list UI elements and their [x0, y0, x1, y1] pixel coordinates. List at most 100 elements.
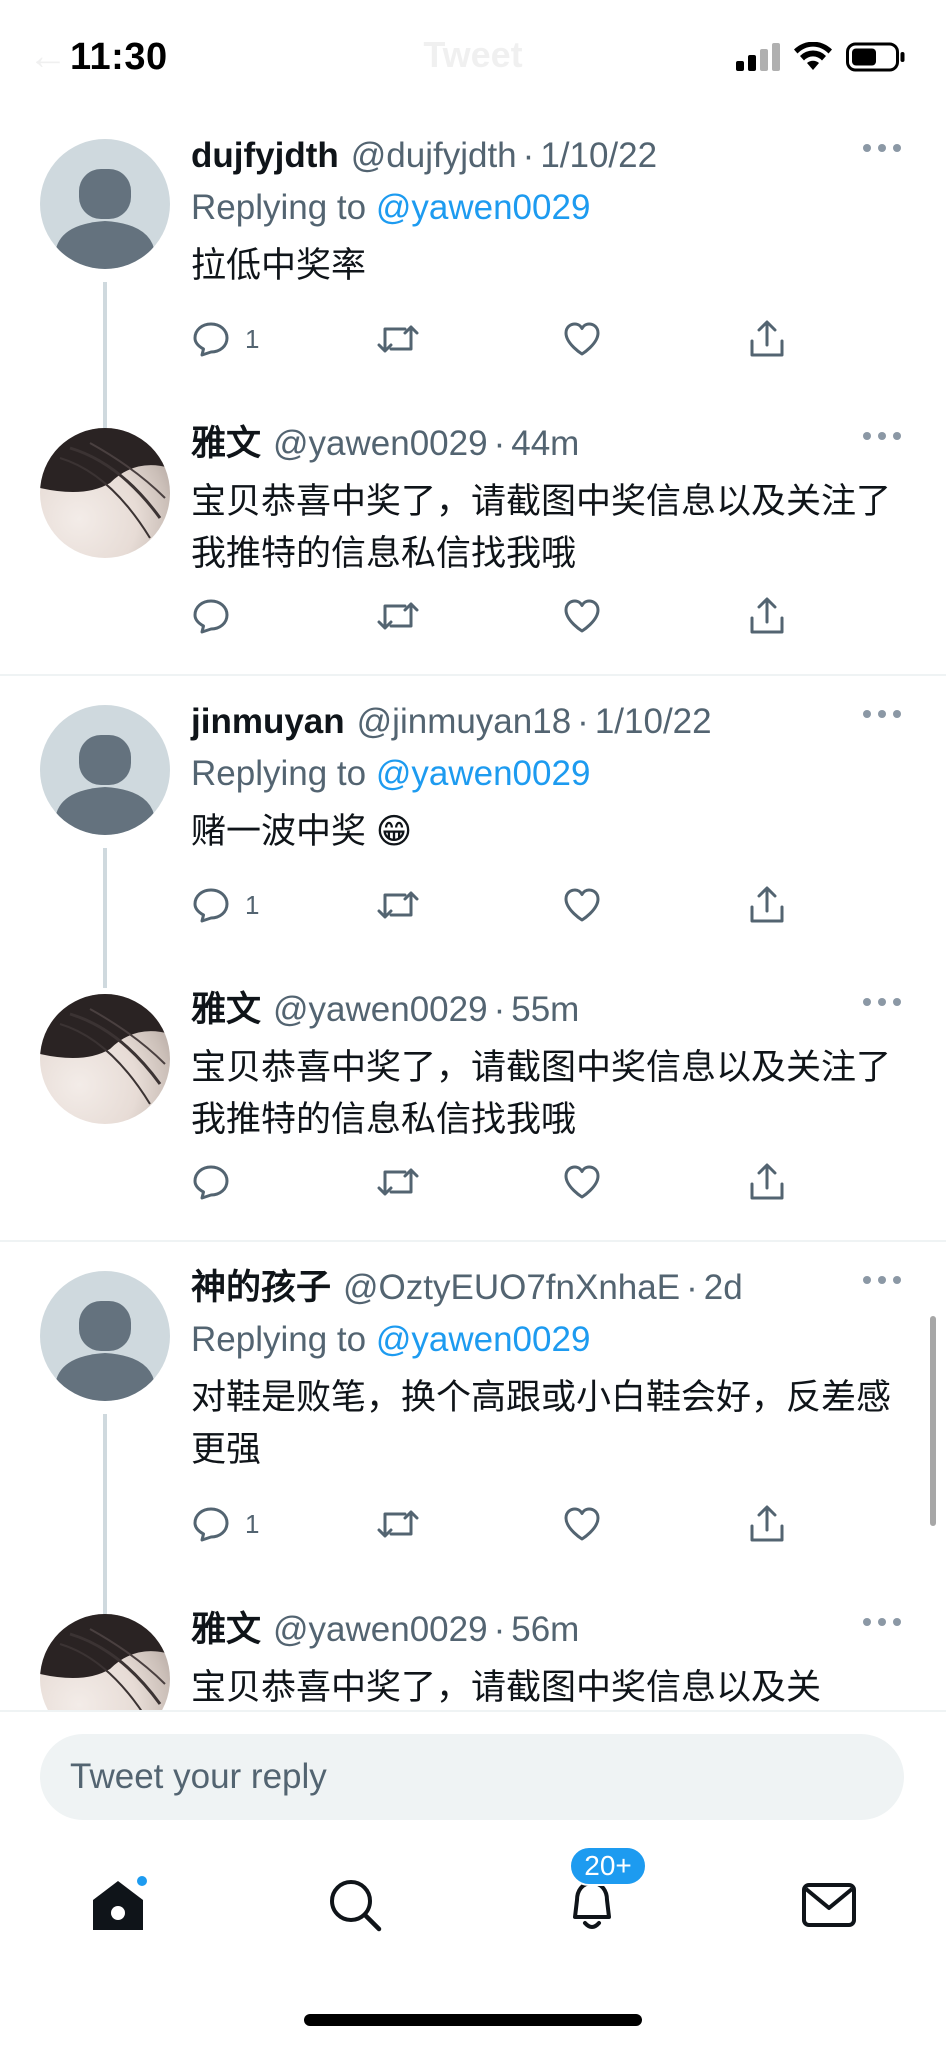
- retweet-button[interactable]: [375, 1504, 421, 1544]
- more-options-icon[interactable]: [862, 142, 902, 154]
- replying-to-label: Replying to: [191, 1320, 367, 1359]
- user-handle[interactable]: @dujfyjdth: [351, 132, 517, 180]
- heart-icon: [564, 1507, 600, 1541]
- share-button[interactable]: [747, 596, 787, 636]
- reply-icon: [193, 322, 229, 357]
- tab-notifications[interactable]: 20+: [557, 1846, 647, 1940]
- status-bar: ← Tweet 11:30: [0, 0, 946, 112]
- more-options-icon[interactable]: [862, 996, 902, 1008]
- more-options-icon[interactable]: [862, 430, 902, 442]
- tweet-header: 神的孩子 @OztyEUO7fnXnhaE · 2d: [191, 1264, 906, 1312]
- retweet-button[interactable]: [375, 319, 421, 359]
- replying-to-label: Replying to: [191, 188, 367, 227]
- user-handle[interactable]: @jinmuyan18: [357, 698, 572, 746]
- tweet-timestamp[interactable]: 44m: [511, 420, 579, 468]
- separator-dot: ·: [493, 990, 506, 1029]
- display-name[interactable]: 雅文: [191, 1606, 261, 1654]
- like-button[interactable]: [562, 885, 602, 925]
- more-options-icon[interactable]: [862, 1616, 902, 1628]
- share-button[interactable]: [747, 1504, 787, 1544]
- user-handle[interactable]: @yawen0029: [273, 1606, 488, 1654]
- scrollbar[interactable]: [930, 1316, 936, 1526]
- reply-icon: [193, 888, 229, 923]
- tweet-content: 雅文 @yawen0029 · 55m 宝贝恭喜中奖了，请截图中奖信息以及关注了…: [191, 986, 906, 1146]
- reply-icon: [193, 1507, 229, 1542]
- reply-button[interactable]: [191, 596, 231, 636]
- replying-to-mention[interactable]: @yawen0029: [376, 1320, 591, 1359]
- replying-to-label: Replying to: [191, 754, 367, 793]
- avatar[interactable]: [40, 705, 170, 835]
- like-button[interactable]: [562, 1162, 602, 1202]
- tweet-timestamp[interactable]: 1/10/22: [595, 698, 712, 746]
- default-avatar-icon: [55, 735, 155, 835]
- avatar[interactable]: [40, 428, 170, 558]
- home-unread-dot: [135, 1874, 149, 1888]
- reply-count: 1: [245, 1508, 260, 1539]
- user-handle[interactable]: @yawen0029: [273, 986, 488, 1034]
- replying-to: Replying to @yawen0029: [191, 184, 906, 232]
- reply-button[interactable]: 1: [191, 885, 259, 925]
- share-button[interactable]: [747, 319, 787, 359]
- heart-icon: [564, 322, 600, 356]
- tweet-actions: 1: [191, 885, 811, 935]
- heart-icon: [564, 599, 600, 633]
- tweet-header: dujfyjdth @dujfyjdth · 1/10/22: [191, 132, 906, 180]
- retweet-icon: [377, 602, 419, 630]
- tweet-text: 宝贝恭喜中奖了，请截图中奖信息以及关: [191, 1668, 822, 1707]
- reply-button[interactable]: 1: [191, 319, 259, 359]
- tweet-header: 雅文 @yawen0029 · 55m: [191, 986, 906, 1034]
- tweet-reply-input[interactable]: [40, 1734, 904, 1820]
- avatar[interactable]: [40, 139, 170, 269]
- wifi-icon: [794, 42, 832, 70]
- tweet-actions: 1: [191, 319, 811, 369]
- share-button[interactable]: [747, 1162, 787, 1202]
- tweet-actions: [191, 1162, 811, 1212]
- retweet-icon: [377, 1168, 419, 1196]
- mail-icon: [802, 1883, 856, 1927]
- tab-search[interactable]: [320, 1870, 390, 1940]
- display-name[interactable]: 雅文: [191, 986, 261, 1034]
- tweet-timestamp[interactable]: 55m: [511, 986, 579, 1034]
- home-indicator[interactable]: [304, 2014, 642, 2026]
- reply-button[interactable]: [191, 1162, 231, 1202]
- tweet-timestamp[interactable]: 2d: [704, 1264, 743, 1312]
- display-name[interactable]: dujfyjdth: [191, 132, 339, 180]
- notification-badge: 20+: [569, 1846, 647, 1886]
- like-button[interactable]: [562, 319, 602, 359]
- avatar[interactable]: [40, 1271, 170, 1401]
- tweet-timestamp[interactable]: 1/10/22: [540, 132, 657, 180]
- tab-messages[interactable]: [794, 1870, 864, 1940]
- heart-icon: [564, 1165, 600, 1199]
- retweet-button[interactable]: [375, 1162, 421, 1202]
- thread-divider: [0, 674, 946, 676]
- tweet-actions: 1: [191, 1504, 811, 1554]
- avatar[interactable]: [40, 994, 170, 1124]
- search-icon: [330, 1880, 382, 1932]
- tab-home[interactable]: [83, 1870, 153, 1940]
- replying-to-mention[interactable]: @yawen0029: [376, 188, 591, 227]
- share-button[interactable]: [747, 885, 787, 925]
- replying-to-mention[interactable]: @yawen0029: [376, 754, 591, 793]
- tweet-content: 雅文 @yawen0029 · 44m 宝贝恭喜中奖了，请截图中奖信息以及关注了…: [191, 420, 906, 580]
- default-avatar-icon: [55, 169, 155, 269]
- user-handle[interactable]: @yawen0029: [273, 420, 488, 468]
- separator-dot: ·: [522, 136, 535, 175]
- display-name[interactable]: jinmuyan: [191, 698, 345, 746]
- retweet-button[interactable]: [375, 885, 421, 925]
- thread-connector: [103, 1414, 107, 1624]
- display-name[interactable]: 神的孩子: [191, 1264, 331, 1312]
- user-handle[interactable]: @OztyEUO7fnXnhaE: [343, 1264, 680, 1312]
- like-button[interactable]: [562, 1504, 602, 1544]
- retweet-button[interactable]: [375, 596, 421, 636]
- battery-icon: [846, 42, 905, 72]
- status-icons: [736, 42, 906, 72]
- display-name[interactable]: 雅文: [191, 420, 261, 468]
- reply-button[interactable]: 1: [191, 1504, 259, 1544]
- more-options-icon[interactable]: [862, 1274, 902, 1286]
- tweet-actions: [191, 596, 811, 646]
- tweet-header: 雅文 @yawen0029 · 56m: [191, 1606, 906, 1654]
- like-button[interactable]: [562, 596, 602, 636]
- tweet-text: 宝贝恭喜中奖了，请截图中奖信息以及关注了我推特的信息私信找我哦: [191, 482, 892, 573]
- more-options-icon[interactable]: [862, 708, 902, 720]
- tweet-timestamp[interactable]: 56m: [511, 1606, 579, 1654]
